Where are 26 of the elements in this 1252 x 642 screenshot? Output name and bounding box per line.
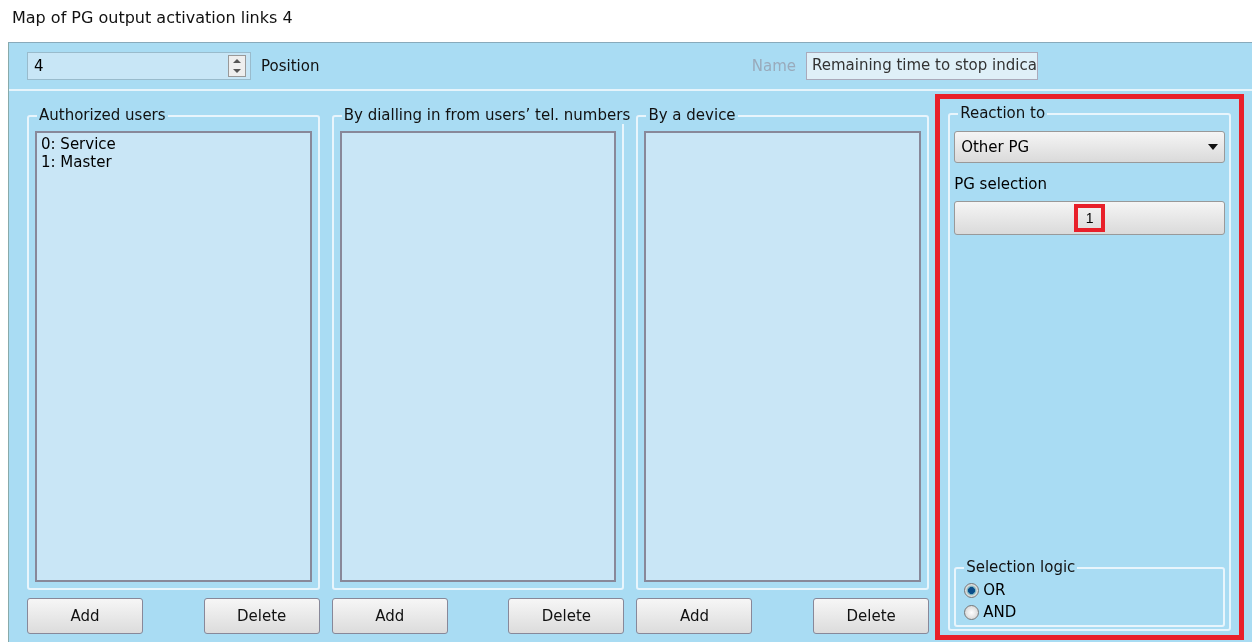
pg-selection-button[interactable]: 1	[954, 201, 1225, 235]
position-spinbox[interactable]: 4	[27, 52, 251, 80]
group-title: By dialling in from users’ tel. numbers	[341, 106, 633, 124]
group-title: Selection logic	[964, 558, 1078, 576]
position-label: Position	[261, 57, 320, 75]
delete-button[interactable]: Delete	[813, 598, 930, 634]
reaction-dropdown[interactable]: Other PG	[954, 131, 1225, 163]
name-field[interactable]: Remaining time to stop indica	[806, 52, 1038, 80]
add-button[interactable]: Add	[331, 598, 448, 634]
list-item[interactable]: 0: Service	[41, 135, 306, 153]
radio-label[interactable]: AND	[983, 603, 1017, 621]
radio-button[interactable]	[964, 582, 980, 598]
add-button[interactable]: Add	[636, 598, 753, 634]
dropdown-arrow-icon	[1208, 144, 1218, 150]
group-title: By a device	[646, 106, 738, 124]
spin-arrows-icon[interactable]	[228, 55, 246, 77]
name-label: Name	[751, 57, 796, 75]
delete-button[interactable]: Delete	[203, 598, 320, 634]
radio-button[interactable]	[964, 604, 980, 620]
window-title: Map of PG output activation links 4	[11, 7, 294, 29]
list-box[interactable]: 0: Service 1: Master	[35, 131, 312, 582]
add-button[interactable]: Add	[27, 598, 143, 634]
pg-selection-label: PG selection	[954, 175, 1048, 193]
radio-label[interactable]: OR	[983, 581, 1006, 599]
delete-button[interactable]: Delete	[508, 598, 625, 634]
list-item[interactable]: 1: Master	[41, 153, 306, 171]
